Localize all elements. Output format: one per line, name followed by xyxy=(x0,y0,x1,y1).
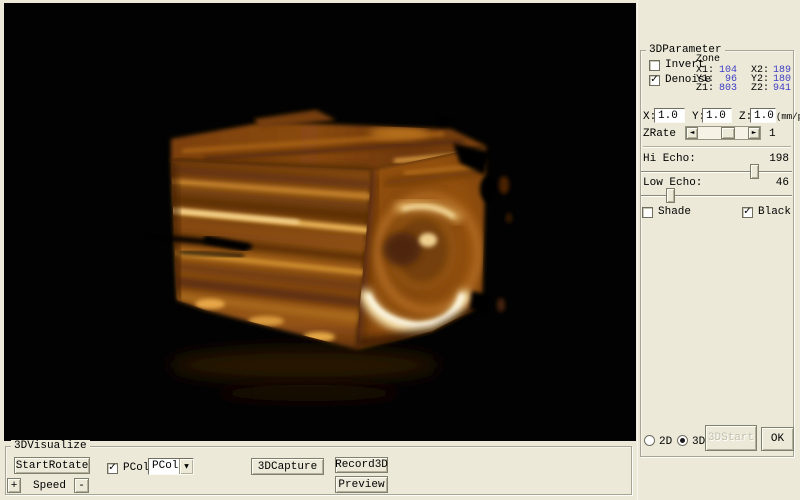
scale-y-input[interactable] xyxy=(702,108,732,123)
render-viewport[interactable] xyxy=(4,3,636,441)
hi-echo-slider-groove xyxy=(641,171,792,173)
zone-z2-label: Z2: xyxy=(751,84,769,93)
invert-checkbox-box xyxy=(649,60,660,71)
black-checkbox-box: ✓ xyxy=(742,207,753,218)
scale-z-input[interactable] xyxy=(750,108,776,123)
zone-z1-value: 803 xyxy=(717,84,737,93)
mode-2d-label: 2D xyxy=(659,437,672,448)
ok-button[interactable]: OK xyxy=(761,427,794,451)
zone-title: Zone xyxy=(696,55,720,64)
panel-separator xyxy=(643,146,791,148)
hi-echo-slider-thumb[interactable] xyxy=(750,164,759,179)
zone-z1-label: Z1: xyxy=(696,84,714,93)
start3d-button[interactable]: 3DStart xyxy=(705,425,757,451)
mode-3d-label: 3D xyxy=(692,437,705,448)
zrate-value: 1 xyxy=(769,129,776,140)
visualize-group-title: 3DVisualize xyxy=(11,440,90,453)
zrate-label: ZRate xyxy=(643,129,676,140)
pcolor-dropdown[interactable]: PColor ▼ xyxy=(148,458,194,475)
mode-3d-radio[interactable] xyxy=(677,435,688,446)
low-echo-slider-groove xyxy=(641,195,792,197)
zrate-scroll-thumb[interactable] xyxy=(721,127,735,139)
scale-x-input[interactable] xyxy=(654,108,685,123)
pcolor-dropdown-value: PColor xyxy=(149,459,179,474)
mode-2d-radio[interactable] xyxy=(644,435,655,446)
low-echo-slider[interactable] xyxy=(641,188,792,204)
low-echo-slider-thumb[interactable] xyxy=(666,188,675,203)
preview-button[interactable]: Preview xyxy=(335,476,388,493)
black-checkbox-label: Black xyxy=(758,206,791,218)
visualize-group: 3DVisualize StartRotate + Speed - ✓ PCol… xyxy=(5,446,632,495)
zrate-scroll-track[interactable] xyxy=(698,127,748,139)
start-rotate-button[interactable]: StartRotate xyxy=(14,457,90,474)
scale-unit-label: (mm/p) xyxy=(776,112,800,123)
ultrasound-volume-render xyxy=(4,3,636,441)
pcolor-dropdown-button[interactable]: ▼ xyxy=(179,459,193,474)
scroll-left-icon: ◄ xyxy=(690,130,695,136)
shade-checkbox-box xyxy=(642,207,653,218)
black-checkbox[interactable]: ✓ Black xyxy=(742,206,791,218)
record-3d-button[interactable]: Record3D xyxy=(335,457,388,473)
dropdown-arrow-icon: ▼ xyxy=(184,464,189,470)
zone-z2-value: 941 xyxy=(771,84,791,93)
zrate-scroll-left-button[interactable]: ◄ xyxy=(686,127,698,139)
pcolor-checkbox-box: ✓ xyxy=(107,463,118,474)
shade-checkbox-label: Shade xyxy=(658,206,691,218)
speed-minus-button[interactable]: - xyxy=(74,478,89,493)
zrate-scroll-right-button[interactable]: ► xyxy=(748,127,760,139)
speed-plus-button[interactable]: + xyxy=(7,478,21,493)
scroll-right-icon: ► xyxy=(752,130,757,136)
speed-label: Speed xyxy=(33,481,66,492)
app-window: { "icons": { "check": "✓", "dropdown_arr… xyxy=(0,0,800,500)
shade-checkbox[interactable]: Shade xyxy=(642,206,691,218)
denoise-checkbox-box: ✓ xyxy=(649,75,660,86)
parameter-group: 3DParameter Invert ✓ Denoise Zone X1: 10… xyxy=(640,50,794,457)
capture-3d-button[interactable]: 3DCapture xyxy=(251,458,324,475)
zrate-scrollbar[interactable]: ◄ ► xyxy=(685,126,761,140)
